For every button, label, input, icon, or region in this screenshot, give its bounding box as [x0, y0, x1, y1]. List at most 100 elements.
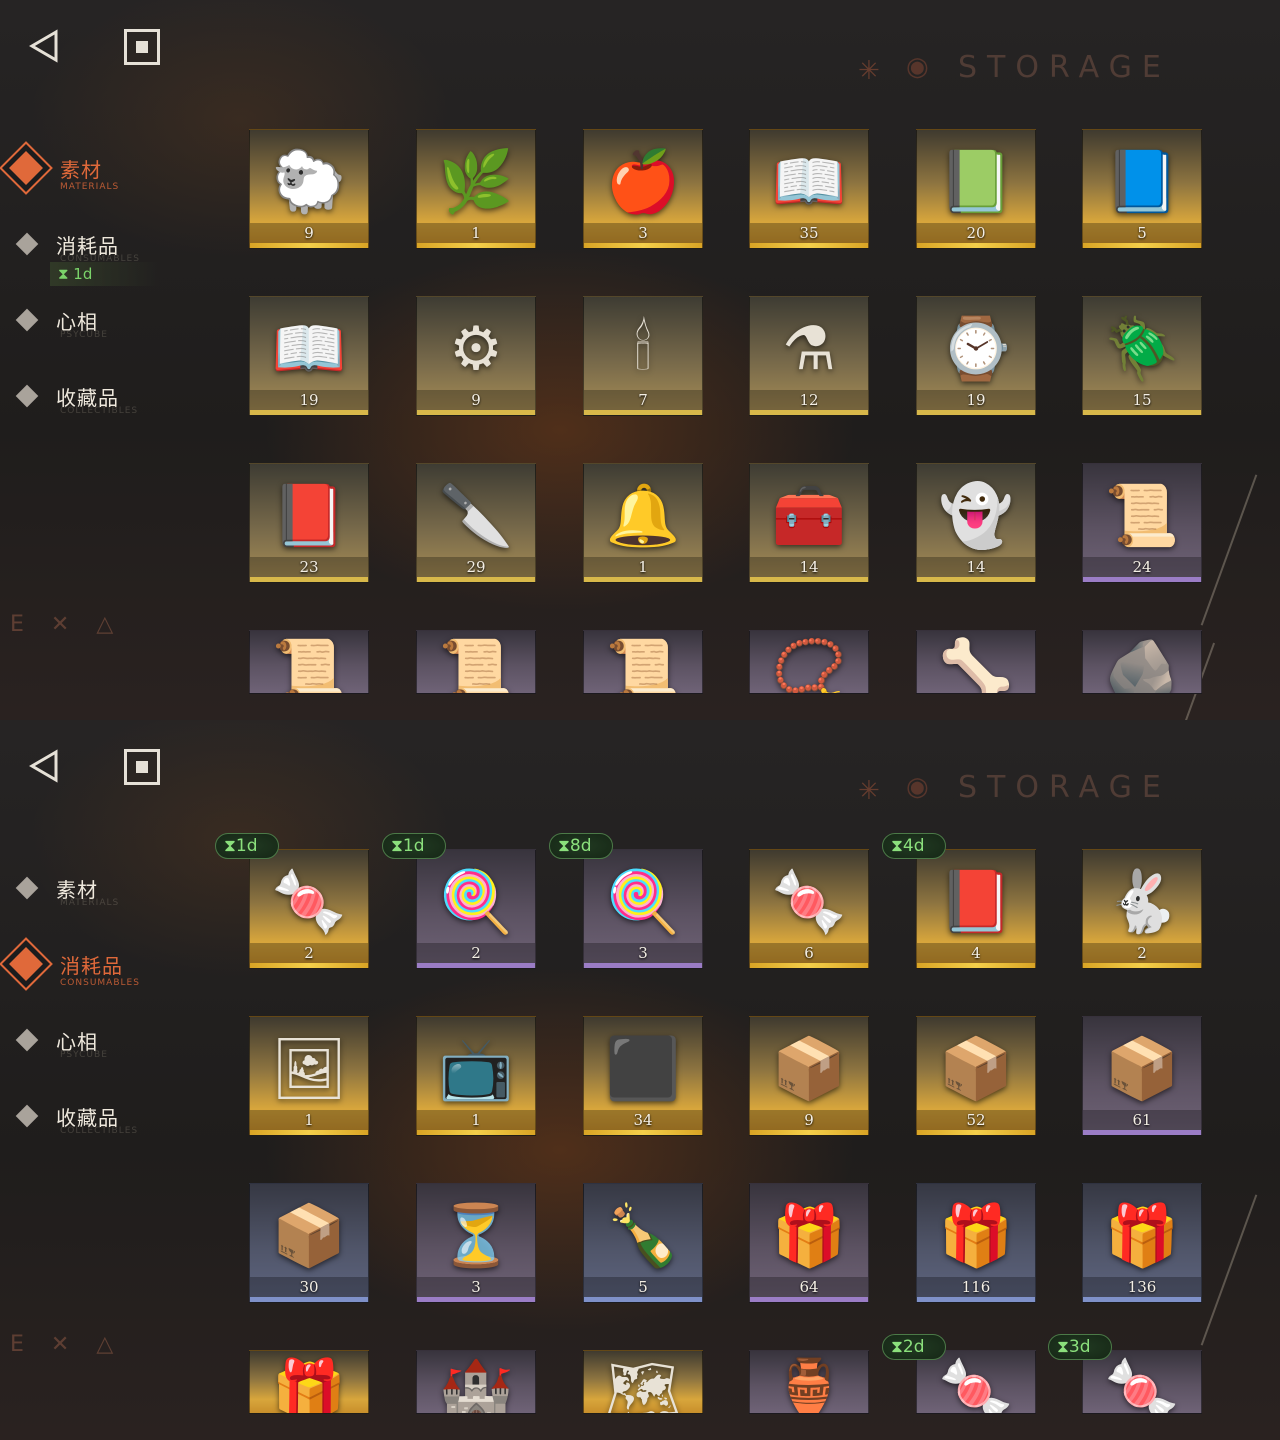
item-tile[interactable]: ⚗ 12: [749, 296, 869, 416]
home-icon: [136, 761, 148, 773]
back-arrow-icon[interactable]: [26, 748, 62, 784]
rarity-bar: [417, 1297, 535, 1302]
golden-sheep-icon: 🐑: [271, 147, 347, 217]
item-tile[interactable]: 📦 9: [749, 1016, 869, 1136]
item-tile[interactable]: 📦 52: [916, 1016, 1036, 1136]
item-tile[interactable]: 📘 5: [1082, 129, 1202, 249]
item-tile[interactable]: 🍭 3: [583, 849, 703, 969]
home-button[interactable]: [124, 29, 160, 65]
map-chest-icon: 🗺: [604, 1356, 682, 1414]
item-tile[interactable]: 🍬 6: [749, 849, 869, 969]
item-tile[interactable]: 🪨: [1082, 630, 1202, 694]
green-rune-scroll-icon: 📜: [271, 636, 347, 694]
item-count: 20: [966, 224, 986, 242]
item-tile[interactable]: 🍾 5: [583, 1183, 703, 1303]
item-count: 4: [971, 944, 981, 962]
item-tile[interactable]: ⬛ 34: [583, 1016, 703, 1136]
category-sublabel: COLLECTIBLES: [60, 1126, 139, 1136]
item-tile[interactable]: 🍎 3: [583, 129, 703, 249]
item-tile[interactable]: 📖 19: [249, 296, 369, 416]
item-tile[interactable]: 📜: [583, 630, 703, 694]
ghost-icon: 👻: [938, 481, 1014, 551]
rarity-bar: [250, 410, 368, 415]
item-count: 24: [1132, 558, 1152, 576]
diamond-icon: [9, 151, 43, 185]
item-count: 3: [471, 1278, 481, 1296]
item-count: 1: [471, 1111, 481, 1129]
expiry-timer-badge: ⧗3d: [1048, 1334, 1112, 1360]
home-button[interactable]: [124, 749, 160, 785]
rarity-bar: [917, 410, 1035, 415]
item-tile[interactable]: 🍭 2: [416, 849, 536, 969]
item-tile[interactable]: ⚙ 9: [416, 296, 536, 416]
item-tile[interactable]: ⏳ 3: [416, 1183, 536, 1303]
item-tile[interactable]: ⌚ 19: [916, 296, 1036, 416]
item-tile[interactable]: 📗 20: [916, 129, 1036, 249]
diamond-icon: [15, 1028, 39, 1052]
firefly-icon: 🪲: [1104, 314, 1180, 384]
item-tile[interactable]: 🐑 9: [249, 129, 369, 249]
category-collectibles[interactable]: 收藏品 COLLECTIBLES: [0, 1094, 220, 1136]
item-count: 23: [299, 558, 319, 576]
category-psycube[interactable]: 心相 PSYCUBE: [0, 1018, 220, 1060]
category-psycube[interactable]: 心相 PSYCUBE: [0, 298, 220, 340]
item-count: 9: [804, 1111, 814, 1129]
item-count: 7: [638, 391, 648, 409]
rarity-bar: [750, 963, 868, 968]
item-count: 5: [1137, 224, 1147, 242]
category-consumables[interactable]: 消耗品 CONSUMABLES: [0, 942, 220, 988]
item-tile[interactable]: 📜: [249, 630, 369, 694]
item-tile[interactable]: 🎁 64: [749, 1183, 869, 1303]
item-tile[interactable]: 📺 1: [416, 1016, 536, 1136]
item-count: 136: [1127, 1278, 1157, 1296]
item-tile[interactable]: 🦴: [916, 630, 1036, 694]
rarity-bar: [750, 1297, 868, 1302]
item-tile[interactable]: 📕 23: [249, 463, 369, 583]
category-sublabel: PSYCUBE: [60, 330, 108, 340]
apple-snake-icon: 🍎: [605, 147, 681, 217]
back-arrow-icon[interactable]: [26, 28, 62, 64]
sand-castle-icon: 🏰: [438, 1356, 514, 1414]
item-count: 61: [1132, 1111, 1152, 1129]
item-count: 116: [961, 1278, 991, 1296]
item-tile[interactable]: 🪲 15: [1082, 296, 1202, 416]
bottle-icon: 🍾: [605, 1201, 681, 1271]
category-sublabel: PSYCUBE: [60, 1050, 108, 1060]
item-tile[interactable]: 🏺: [749, 1350, 869, 1414]
category-materials[interactable]: 素材 MATERIALS: [0, 146, 220, 192]
rarity-bar: [750, 1130, 868, 1135]
item-tile[interactable]: 📜: [416, 630, 536, 694]
item-tile[interactable]: 🎁: [249, 1350, 369, 1414]
item-tile[interactable]: 📜 24: [1082, 463, 1202, 583]
item-tile[interactable]: 📿: [749, 630, 869, 694]
rarity-bar: [584, 577, 702, 582]
wooden-crate-icon: 📦: [271, 1201, 347, 1271]
item-tile[interactable]: 📦 30: [249, 1183, 369, 1303]
item-tile[interactable]: 🎁 116: [916, 1183, 1036, 1303]
rarity-bar: [584, 243, 702, 248]
silver-bullets-icon: 🔪: [438, 481, 514, 551]
item-tile[interactable]: 🎁 136: [1082, 1183, 1202, 1303]
item-tile[interactable]: 🕯 7: [583, 296, 703, 416]
item-count: 64: [799, 1278, 819, 1296]
item-tile[interactable]: 📖 35: [749, 129, 869, 249]
item-tile[interactable]: 📕 4: [916, 849, 1036, 969]
item-count: 29: [466, 558, 486, 576]
category-sublabel: MATERIALS: [60, 182, 120, 192]
lollipops-icon: 🍭: [605, 867, 681, 937]
category-collectibles[interactable]: 收藏品 COLLECTIBLES: [0, 374, 220, 416]
item-tile[interactable]: 🏰: [416, 1350, 536, 1414]
item-tile[interactable]: 🔔 1: [583, 463, 703, 583]
category-consumables[interactable]: 消耗品 CONSUMABLES: [0, 222, 220, 264]
category-materials[interactable]: 素材 MATERIALS: [0, 866, 220, 908]
item-tile[interactable]: 🐇 2: [1082, 849, 1202, 969]
horn-icon: 🦴: [938, 636, 1014, 694]
item-tile[interactable]: 👻 14: [916, 463, 1036, 583]
item-tile[interactable]: 🍬 2: [249, 849, 369, 969]
item-tile[interactable]: 🧰 14: [749, 463, 869, 583]
item-tile[interactable]: 🔪 29: [416, 463, 536, 583]
item-tile[interactable]: 🖼 1: [249, 1016, 369, 1136]
item-tile[interactable]: 📦 61: [1082, 1016, 1202, 1136]
item-tile[interactable]: 🗺: [583, 1350, 703, 1414]
item-tile[interactable]: 🌿 1: [416, 129, 536, 249]
